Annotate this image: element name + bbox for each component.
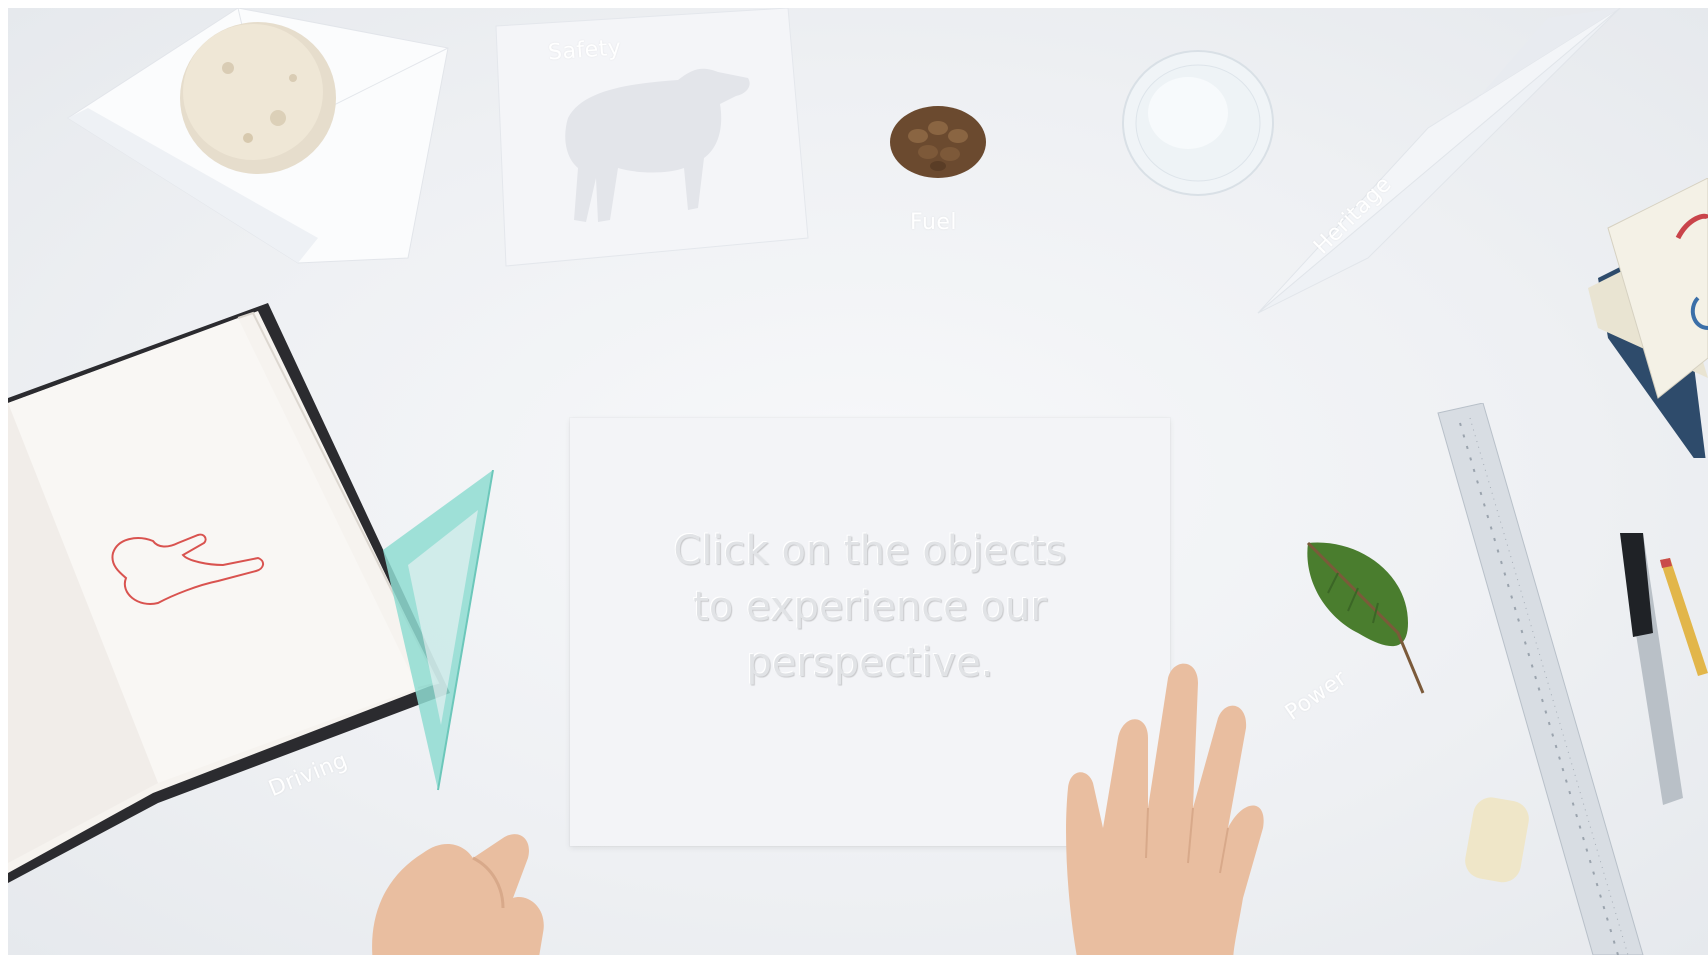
eraser-icon xyxy=(1465,797,1529,883)
eraser xyxy=(1463,793,1533,888)
instruction-line-1: Click on the objects xyxy=(673,528,1067,574)
left-hand xyxy=(353,798,583,955)
left-hand-icon xyxy=(372,834,544,955)
set-square-icon xyxy=(383,470,494,791)
pencil xyxy=(1658,558,1708,678)
pencil-icon xyxy=(1660,558,1708,676)
fuel-object[interactable]: Fuel xyxy=(878,98,998,248)
pinecone-icon xyxy=(890,106,986,178)
envelope-icon xyxy=(67,8,449,264)
envelope-with-stone xyxy=(48,8,458,278)
interactive-desk-scene: Safety Fuel Heritage Driving Click on th… xyxy=(0,0,1708,955)
fuel-label: Fuel xyxy=(910,210,958,235)
right-hand xyxy=(1048,658,1288,955)
right-hand-icon xyxy=(1066,663,1264,955)
set-square xyxy=(383,470,503,800)
desk-surface: Safety Fuel Heritage Driving Click on th… xyxy=(8,8,1708,955)
safety-object[interactable]: Safety xyxy=(488,8,818,278)
moose-cutout-card-icon xyxy=(495,8,809,267)
instruction-line-2: to experience our xyxy=(693,584,1047,630)
